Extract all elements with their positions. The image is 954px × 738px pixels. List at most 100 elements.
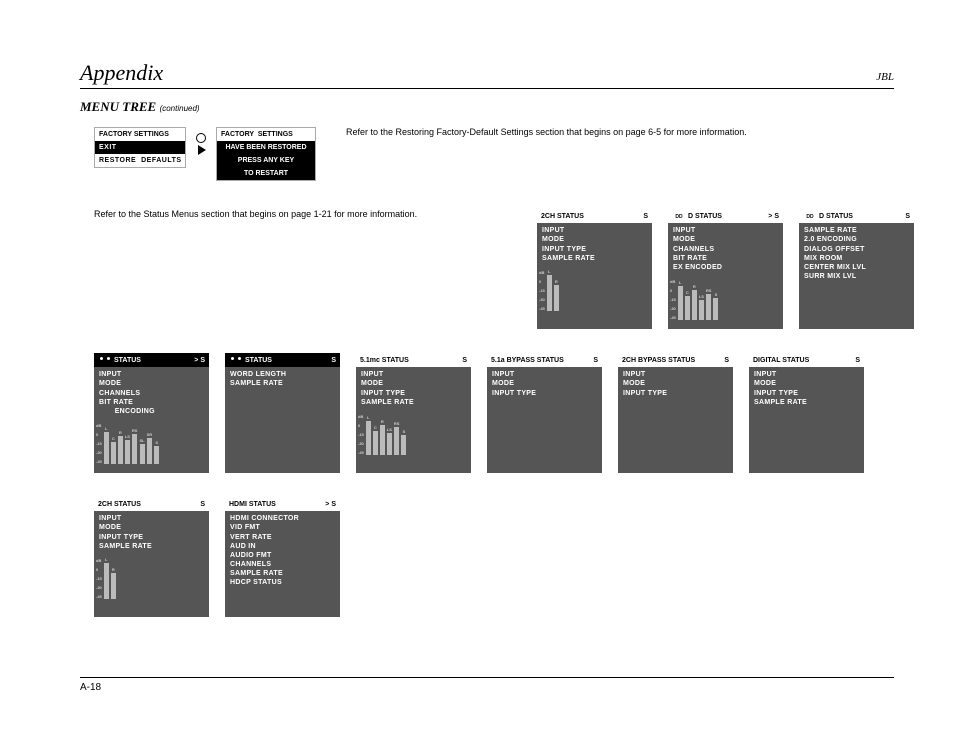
factory-row: FACTORY SETTINGS EXIT RESTORE DEFAULTS F… (94, 127, 894, 181)
card-line: DIALOG OFFSET (804, 245, 909, 254)
meter-bar: C (685, 291, 690, 320)
meter-bar: C (111, 437, 116, 464)
level-meters: dB0-15-30-45LCRLSRSS (668, 276, 783, 320)
card-suffix: S (331, 356, 336, 365)
meter-bar: SR (147, 433, 153, 464)
page-footer: A-18 (80, 677, 894, 693)
card-line: MODE (99, 523, 204, 532)
status-card-dts-2: STATUSSWORD LENGTHSAMPLE RATE (225, 353, 340, 473)
card-body: WORD LENGTHSAMPLE RATE (225, 367, 340, 390)
card-header: 2CH BYPASS STATUS S (618, 353, 733, 367)
meter-bar: R (111, 568, 116, 599)
status-card-2ch-bypass: 2CH BYPASS STATUSSINPUTMODEINPUT TYPE (618, 353, 733, 473)
meter-scale: dB0-15-30-45 (670, 280, 676, 320)
card-body: INPUTMODEINPUT TYPESAMPLE RATE (356, 367, 471, 408)
continued-label: (continued) (160, 104, 200, 113)
card-title: 5.1mc STATUS (360, 356, 409, 365)
card-title: 2CH STATUS (541, 212, 584, 221)
card-line: INPUT TYPE (361, 389, 466, 398)
status-card-51mc: 5.1mc STATUS S INPUTMODEINPUT TYPESAMPLE R… (356, 353, 471, 473)
level-meters: dB0-15-30-45LR (537, 267, 652, 311)
meter-bar: S (401, 430, 406, 455)
card-suffix: > S (194, 356, 205, 365)
factory-msg-title: FACTORY SETTINGS (217, 128, 315, 141)
card-header: 5.1a BYPASS STATUSS (487, 353, 602, 367)
card-line: INPUT (673, 226, 778, 235)
card-line: VERT RATE (230, 533, 335, 542)
card-line: CHANNELS (99, 389, 204, 398)
card-line: BIT RATE (673, 254, 778, 263)
card-line: INPUT (754, 370, 859, 379)
card-header: STATUS > S (94, 353, 209, 367)
card-suffix: S (200, 500, 205, 509)
card-title: 2CH BYPASS STATUS (622, 356, 695, 365)
card-line: INPUT (99, 370, 204, 379)
card-suffix: > S (768, 212, 779, 221)
section-title: MENU TREE (continued) (80, 99, 894, 115)
factory-restored-message: FACTORY SETTINGS HAVE BEEN RESTORED PRES… (216, 127, 316, 181)
card-body: INPUTMODEINPUT TYPE (487, 367, 602, 399)
meter-scale: dB0-15-30-45 (539, 271, 545, 311)
status-card-dts-1: STATUS > S INPUTMODECHANNELSBIT RATE ENCOD… (94, 353, 209, 473)
card-line: MODE (99, 379, 204, 388)
card-line: MODE (673, 235, 778, 244)
card-header: 2CH STATUSS (94, 497, 209, 511)
meter-bar: L (366, 416, 371, 455)
card-title: 5.1a BYPASS STATUS (491, 356, 564, 365)
card-body: INPUTMODECHANNELSBIT RATEEX ENCODED (668, 223, 783, 273)
meter-bar: LS (125, 435, 130, 464)
card-line: SAMPLE RATE (99, 542, 204, 551)
meter-scale: dB0-15-30-45 (96, 559, 102, 599)
card-line: MODE (754, 379, 859, 388)
card-line: SAMPLE RATE (542, 254, 647, 263)
card-line: INPUT TYPE (492, 389, 597, 398)
factory-msg-line-1: HAVE BEEN RESTORED (217, 141, 315, 154)
card-line: 2.0 ENCODING (804, 235, 909, 244)
card-line: CENTER MIX LVL (804, 263, 909, 272)
status-grid: Refer to the Status Menus section that b… (94, 209, 914, 617)
card-line: INPUT TYPE (99, 533, 204, 542)
card-line: INPUT (623, 370, 728, 379)
card-suffix: S (724, 356, 729, 365)
card-line: INPUT TYPE (754, 389, 859, 398)
card-line: HDCP STATUS (230, 578, 335, 587)
card-line: HDMI CONNECTOR (230, 514, 335, 523)
card-line: INPUT TYPE (623, 389, 728, 398)
card-line: EX ENCODED (673, 263, 778, 272)
card-suffix: S (462, 356, 467, 365)
meter-bar: S (713, 293, 718, 320)
card-line: SAMPLE RATE (230, 379, 335, 388)
card-line: AUD IN (230, 542, 335, 551)
status-card-digital: DIGITAL STATUSSINPUTMODEINPUT TYPESAMPLE… (749, 353, 864, 473)
card-body: INPUTMODEINPUT TYPESAMPLE RATE (749, 367, 864, 408)
card-line: INPUT (99, 514, 204, 523)
meter-scale: dB0-15-30-45 (358, 415, 364, 455)
status-card-51a-bypass: 5.1a BYPASS STATUSSINPUTMODEINPUT TYPE (487, 353, 602, 473)
card-line: MODE (492, 379, 597, 388)
level-meters: dB0-15-30-45LCRLSRSSLSRS (94, 420, 209, 464)
meter-bar: LS (699, 295, 704, 320)
meter-bar: L (547, 270, 552, 311)
card-body: SAMPLE RATE2.0 ENCODINGDIALOG OFFSETMIX … (799, 223, 914, 283)
meter-scale: dB0-15-30-45 (96, 424, 102, 464)
meter-bar: S (154, 441, 159, 464)
card-body: HDMI CONNECTORVID FMTVERT RATEAUD INAUDI… (225, 511, 340, 589)
card-suffix: > S (325, 500, 336, 509)
factory-menu-title: FACTORY SETTINGS (95, 128, 185, 141)
card-line: SAMPLE RATE (754, 398, 859, 407)
card-line: MODE (542, 235, 647, 244)
card-line: INPUT (542, 226, 647, 235)
level-meters: dB0-15-30-45LCRLSRSS (356, 411, 471, 455)
brand-label: JBL (876, 71, 894, 83)
status-card-hdmi: HDMI STATUS> SHDMI CONNECTORVID FMTVERT … (225, 497, 340, 617)
card-line: CHANNELS (673, 245, 778, 254)
meter-bar: L (104, 427, 109, 464)
card-header: 2CH STATUSS (537, 209, 652, 223)
page-number: A-18 (80, 682, 101, 693)
card-body: INPUTMODECHANNELSBIT RATE ENCODING (94, 367, 209, 417)
factory-settings-menu: FACTORY SETTINGS EXIT RESTORE DEFAULTS (94, 127, 186, 168)
meter-bar: R (692, 285, 697, 320)
card-suffix: S (855, 356, 860, 365)
card-title: STATUS (98, 355, 141, 365)
card-line: ENCODING (99, 407, 204, 416)
